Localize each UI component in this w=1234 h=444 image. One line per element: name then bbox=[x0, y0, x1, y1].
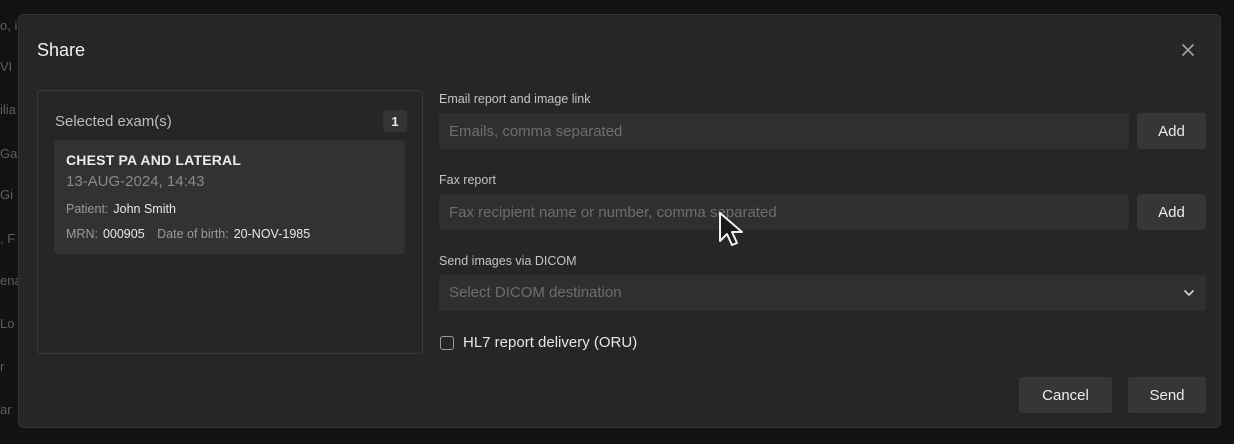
fax-label: Fax report bbox=[439, 173, 496, 187]
mrn-value: 000905 bbox=[102, 227, 145, 241]
selected-exams-panel: Selected exam(s) 1 CHEST PA AND LATERAL … bbox=[37, 90, 423, 354]
patient-name: John Smith bbox=[113, 202, 176, 216]
hl7-label: HL7 report delivery (ORU) bbox=[463, 334, 638, 351]
patient-row: Patient: John Smith bbox=[66, 202, 176, 216]
hl7-checkbox[interactable] bbox=[440, 335, 454, 350]
selected-count-badge: 1 bbox=[383, 110, 407, 132]
share-dialog: Share Selected exam(s) 1 CHEST PA AND LA… bbox=[18, 14, 1221, 428]
add-fax-button[interactable]: Add bbox=[1137, 194, 1206, 230]
exam-title: CHEST PA AND LATERAL bbox=[66, 152, 242, 168]
selected-exams-label: Selected exam(s) bbox=[55, 113, 172, 130]
background-text: Ga bbox=[0, 146, 18, 161]
background-text: ilia bbox=[0, 102, 16, 117]
dicom-destination-select[interactable]: Select DICOM destination bbox=[439, 275, 1206, 311]
background-text: VI bbox=[0, 59, 13, 74]
dicom-label: Send images via DICOM bbox=[439, 254, 577, 268]
exam-card: CHEST PA AND LATERAL 13-AUG-2024, 14:43 … bbox=[54, 140, 405, 254]
hl7-option[interactable]: HL7 report delivery (ORU) bbox=[440, 334, 637, 351]
exam-datetime: 13-AUG-2024, 14:43 bbox=[66, 173, 205, 190]
close-icon bbox=[1182, 44, 1194, 56]
chevron-down-icon bbox=[1184, 290, 1194, 296]
background-text: , F bbox=[0, 231, 16, 246]
background-text: Gi bbox=[0, 187, 13, 202]
dob-label: Date of birth: bbox=[157, 227, 229, 241]
dicom-select-placeholder: Select DICOM destination bbox=[449, 284, 622, 301]
background-text: r bbox=[0, 359, 5, 374]
dialog-title: Share bbox=[37, 40, 86, 60]
background-text: Lo bbox=[0, 316, 15, 331]
cancel-button[interactable]: Cancel bbox=[1019, 377, 1112, 413]
page-backdrop: o, ii VI ilia Ga Gi , F ena Lo r ar Shar… bbox=[0, 0, 1234, 444]
mrn-label: MRN: bbox=[66, 227, 98, 241]
add-email-button[interactable]: Add bbox=[1137, 113, 1206, 149]
background-text: ar bbox=[0, 402, 12, 417]
email-input[interactable] bbox=[439, 113, 1129, 149]
mrn-dob-row: MRN: 000905 Date of birth: 20-NOV-1985 bbox=[66, 227, 310, 241]
dob-value: 20-NOV-1985 bbox=[233, 227, 311, 241]
email-label: Email report and image link bbox=[439, 92, 591, 106]
fax-input[interactable] bbox=[439, 194, 1129, 230]
close-button[interactable] bbox=[1177, 39, 1199, 61]
mouse-pointer-icon bbox=[719, 212, 743, 246]
send-button[interactable]: Send bbox=[1128, 377, 1206, 413]
patient-label: Patient: bbox=[66, 202, 109, 216]
